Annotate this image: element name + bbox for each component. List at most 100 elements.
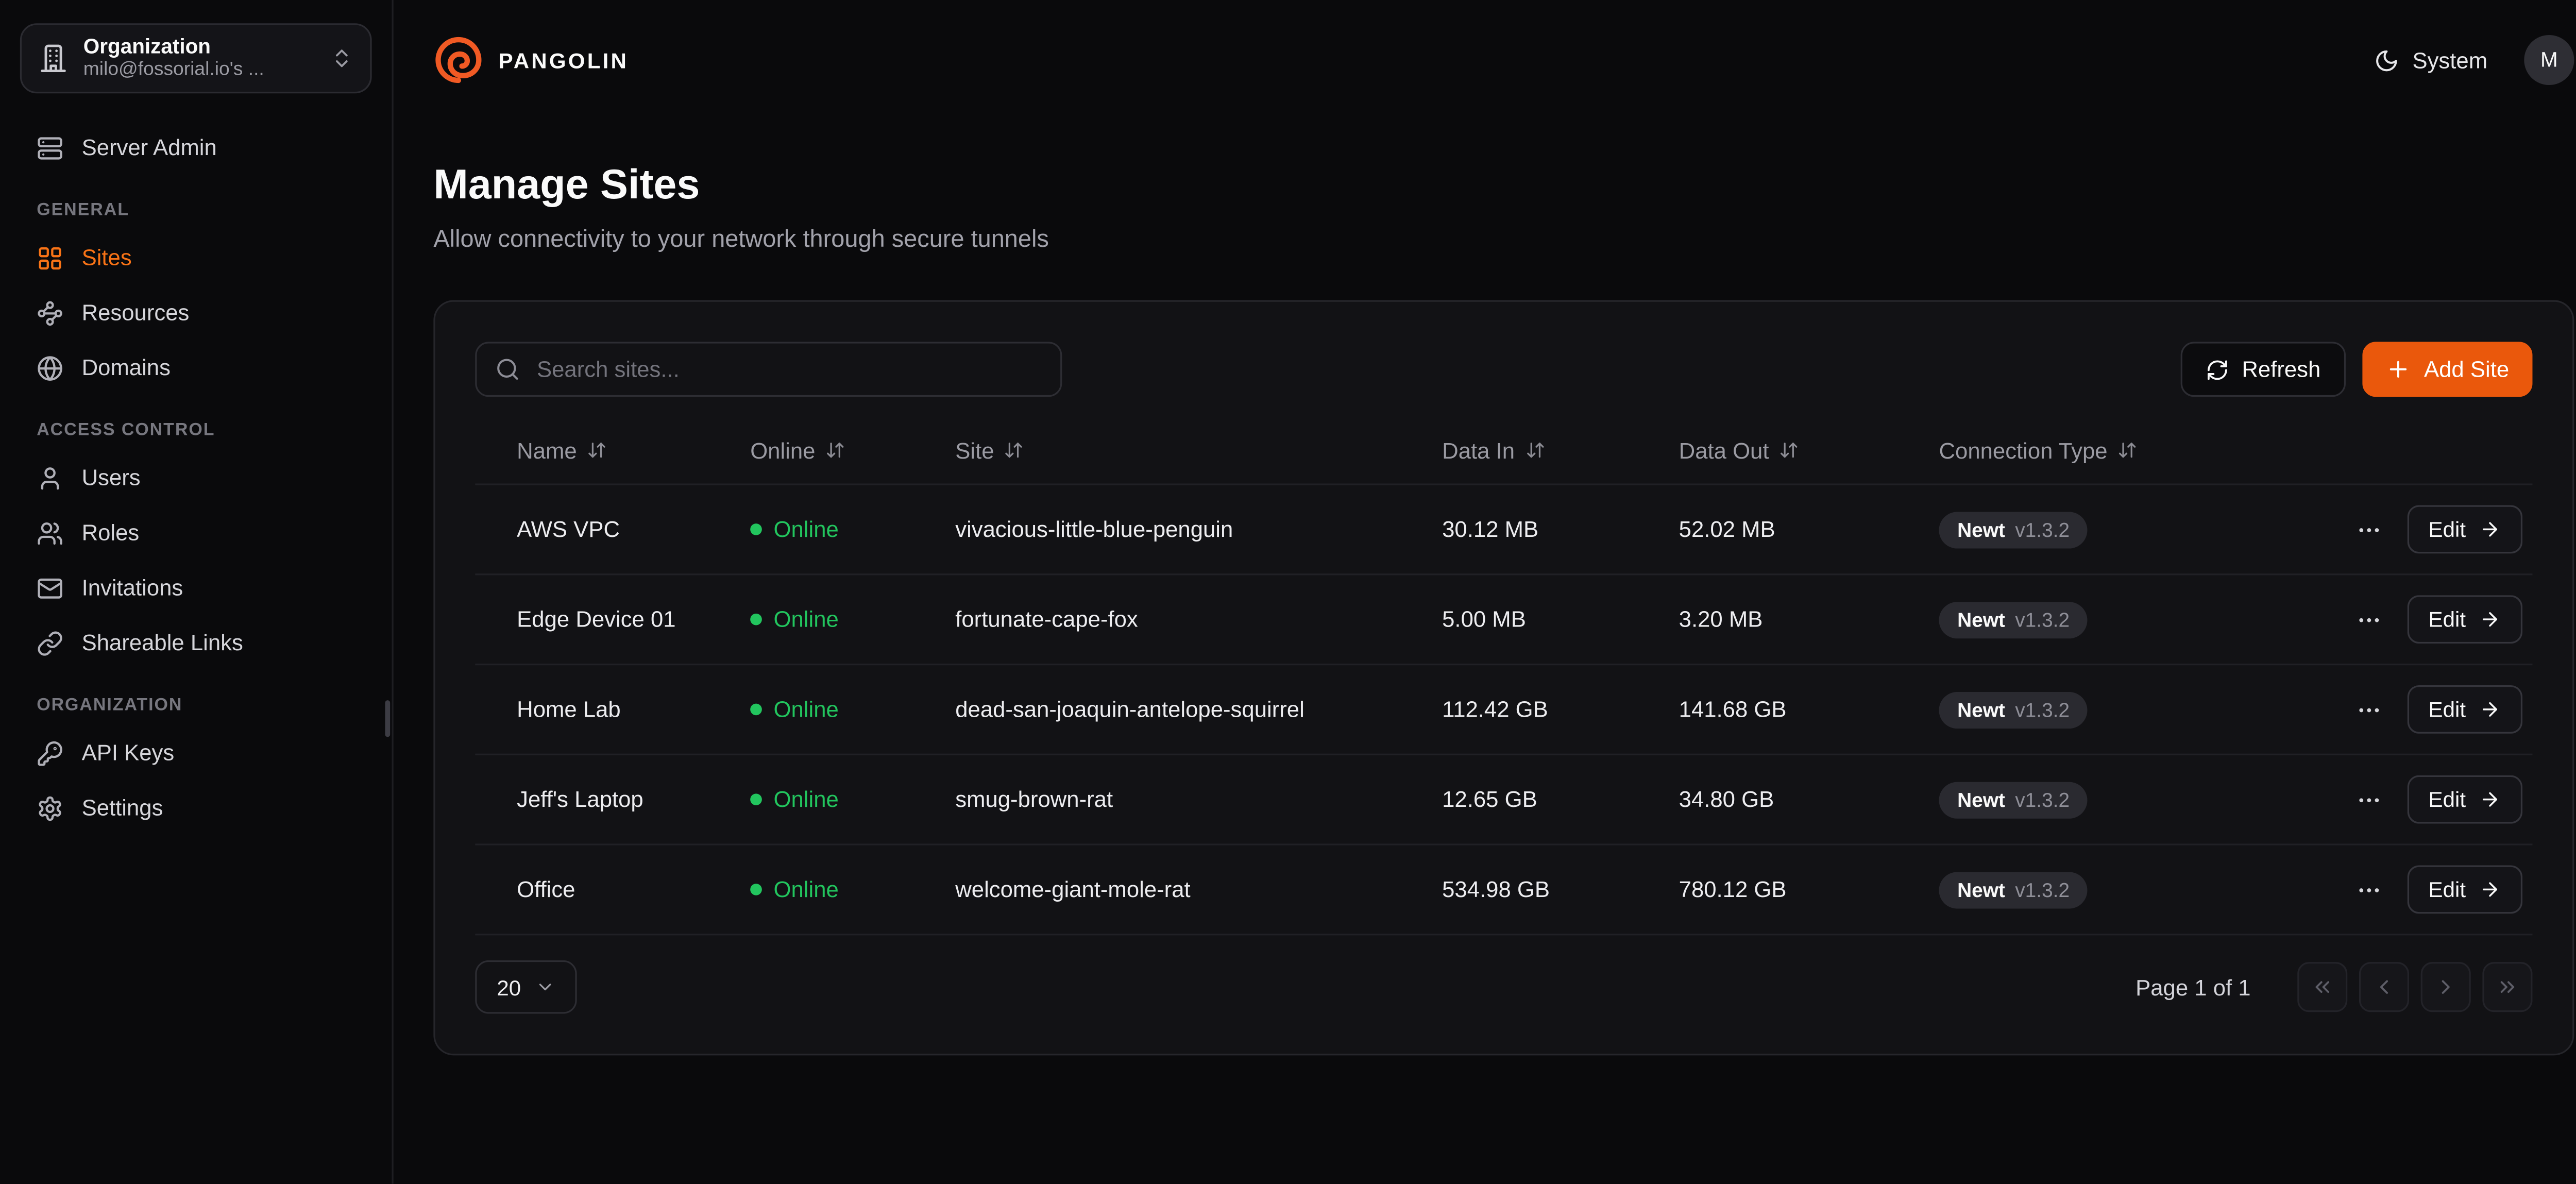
refresh-icon [2205,358,2228,381]
user-icon [37,464,63,491]
sort-online[interactable]: Online [750,437,845,463]
sidebar-item-domains[interactable]: Domains [20,340,372,395]
ellipsis-icon [2355,876,2382,903]
row-menu-button[interactable] [2347,598,2390,641]
add-site-button[interactable]: Add Site [2362,342,2532,397]
page-size-select[interactable]: 20 [475,960,578,1014]
sort-icon [825,440,845,460]
edit-button[interactable]: Edit [2406,505,2522,554]
sidebar-scrollbar-thumb[interactable] [385,700,391,737]
refresh-button[interactable]: Refresh [2180,342,2346,397]
ellipsis-icon [2355,786,2382,813]
sort-connection-type[interactable]: Connection Type [1939,437,2137,463]
sidebar-item-sites[interactable]: Sites [20,230,372,285]
row-menu-button[interactable] [2347,508,2390,551]
brand-wordmark: PANGOLIN [499,47,629,73]
sidebar-item-label: Invitations [82,575,183,600]
sort-site[interactable]: Site [955,437,1024,463]
sidebar-item-server-admin[interactable]: Server Admin [20,120,372,175]
sort-name[interactable]: Name [517,437,607,463]
refresh-label: Refresh [2242,357,2320,382]
sidebar-item-invitations[interactable]: Invitations [20,560,372,615]
connection-type-badge: Newtv1.3.2 [1939,511,2088,548]
org-switcher-subtitle: milo@fossorial.io's ... [83,59,315,81]
page-subtitle: Allow connectivity to your network throu… [433,224,2574,257]
sidebar-item-settings[interactable]: Settings [20,780,372,835]
pager-buttons [2297,962,2532,1012]
topbar-right: System M [2374,35,2574,85]
edit-button[interactable]: Edit [2406,595,2522,644]
org-switcher[interactable]: Organization milo@fossorial.io's ... [20,23,372,93]
sort-data-in[interactable]: Data In [1442,437,1545,463]
theme-toggle-button[interactable]: System [2374,47,2487,73]
connection-type-badge: Newtv1.3.2 [1939,691,2088,728]
table-row: Office Online welcome-giant-mole-rat 534… [475,845,2532,936]
arrow-right-icon [2479,518,2501,540]
connection-type-badge: Newtv1.3.2 [1939,871,2088,908]
row-menu-button[interactable] [2347,868,2390,911]
column-header-online: Online [727,437,932,463]
cell-data-out: 34.80 GB [1655,787,1916,812]
sidebar-item-label: API Keys [82,740,175,766]
cell-data-out: 52.02 MB [1655,517,1916,542]
sites-panel: Refresh Add Site Name Online Site Data I… [433,300,2574,1055]
chevron-left-icon [2372,975,2396,999]
sidebar-item-label: Users [82,465,141,490]
cell-connection-type: Newtv1.3.2 [1916,781,2316,818]
arrow-right-icon [2479,878,2501,900]
sidebar-item-label: Settings [82,796,163,821]
mail-icon [37,574,63,601]
first-page-button[interactable] [2297,962,2347,1012]
next-page-button[interactable] [2421,962,2471,1012]
sidebar-item-resources[interactable]: Resources [20,285,372,340]
last-page-button[interactable] [2482,962,2532,1012]
edit-button[interactable]: Edit [2406,775,2522,824]
sort-icon [587,440,607,460]
cell-online: Online [727,877,932,902]
cell-online: Online [727,787,932,812]
cell-actions: Edit [2316,595,2533,644]
search-input[interactable] [534,355,1042,383]
cell-actions: Edit [2316,505,2533,554]
online-status-label: Online [774,877,839,902]
edit-button[interactable]: Edit [2406,685,2522,734]
sidebar-item-roles[interactable]: Roles [20,505,372,561]
edit-button[interactable]: Edit [2406,865,2522,914]
sort-icon [1524,440,1545,460]
arrow-right-icon [2479,608,2501,630]
search-icon [495,357,520,382]
sidebar-item-api-keys[interactable]: API Keys [20,725,372,781]
cell-name: Edge Device 01 [475,607,727,632]
cell-online: Online [727,697,932,722]
sidebar-item-shareable-links[interactable]: Shareable Links [20,615,372,670]
table-header-row: Name Online Site Data In Data Out Connec… [475,417,2532,485]
page-size-value: 20 [497,974,521,1000]
cell-name: Jeff's Laptop [475,787,727,812]
sidebar-item-label: Resources [82,300,190,325]
row-menu-button[interactable] [2347,688,2390,731]
sidebar-item-label: Shareable Links [82,630,243,655]
cell-connection-type: Newtv1.3.2 [1916,511,2316,548]
section-label-general: GENERAL [37,200,355,220]
table-row: Jeff's Laptop Online smug-brown-rat 12.6… [475,755,2532,845]
sort-data-out[interactable]: Data Out [1679,437,1799,463]
connection-type-badge: Newtv1.3.2 [1939,781,2088,818]
cell-name: Home Lab [475,697,727,722]
row-menu-button[interactable] [2347,778,2390,821]
table-row: Home Lab Online dead-san-joaquin-antelop… [475,665,2532,755]
previous-page-button[interactable] [2359,962,2409,1012]
link-icon [37,630,63,656]
cell-site: fortunate-cape-fox [932,607,1419,632]
key-icon [37,739,63,766]
sort-icon [2117,440,2138,460]
cell-site: welcome-giant-mole-rat [932,877,1419,902]
online-status-dot [750,704,762,716]
arrow-right-icon [2479,699,2501,720]
sidebar-item-users[interactable]: Users [20,450,372,505]
user-avatar[interactable]: M [2524,35,2574,85]
main-area: PANGOLIN System M Manage Sites Allow con… [394,0,2576,1184]
toolbar-actions: Refresh Add Site [2180,342,2533,397]
pangolin-logo-icon [433,35,483,85]
online-status-dot [750,884,762,895]
cell-site: dead-san-joaquin-antelope-squirrel [932,697,1419,722]
